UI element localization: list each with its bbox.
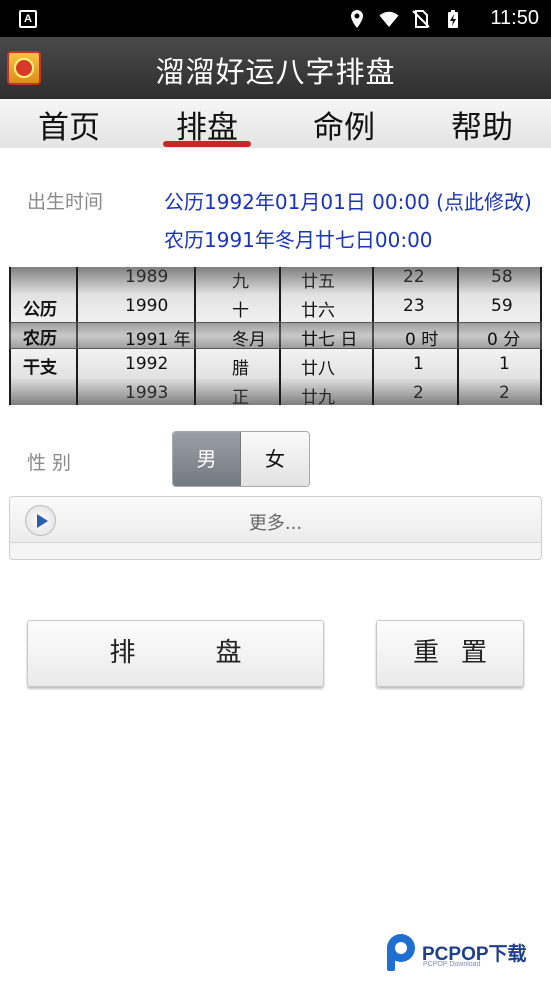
app-bar: 溜溜好运八字排盘 [0, 37, 551, 99]
picker-row-label: 农历 [23, 329, 57, 349]
no-sim-icon [412, 10, 430, 28]
picker-day-item: 廿六 [301, 301, 335, 321]
picker-day-item: 廿九 [301, 388, 335, 405]
picker-hour-item: 23 [403, 296, 425, 316]
picker-day-item: 廿八 [301, 359, 335, 379]
active-tab-indicator [163, 141, 251, 147]
picker-year-item: 1989 [125, 267, 169, 287]
app-title: 溜溜好运八字排盘 [155, 55, 396, 89]
watermark-subtext: PCPOP Download [423, 961, 481, 968]
gender-male-option[interactable]: 男 [173, 432, 241, 486]
picker-day-selected: 廿七 日 [301, 330, 358, 350]
picker-month-item: 腊 [232, 359, 249, 379]
notification-a-icon: A [19, 10, 37, 28]
battery-charging-icon [448, 10, 458, 28]
more-label: 更多... [248, 513, 303, 534]
picker-hour-item: 1 [413, 354, 424, 374]
birth-time-label: 出生时间 [27, 191, 104, 213]
picker-minute-item: 59 [491, 296, 513, 316]
picker-year-item: 1992 [125, 354, 169, 374]
picker-month-selected: 冬月 [232, 330, 266, 350]
pcpop-logo-icon [387, 934, 415, 971]
picker-hour-selected: 0 时 [405, 330, 439, 350]
lunar-date-text: 农历1991年冬月廿七日00:00 [164, 228, 433, 252]
picker-day-item: 廿五 [301, 272, 335, 292]
picker-row-label: 公历 [23, 300, 57, 320]
tab-bar: 首页 排盘 命例 帮助 [0, 99, 551, 148]
picker-year-selected: 1991 年 [125, 330, 191, 350]
gender-label: 性 别 [27, 452, 72, 474]
location-icon [351, 10, 363, 28]
picker-row-label: 干支 [23, 358, 57, 378]
picker-year-item: 1993 [125, 383, 169, 403]
picker-minute-item: 2 [499, 383, 510, 403]
more-options-panel: 更多... [9, 496, 542, 560]
picker-month-item: 九 [232, 272, 249, 292]
tab-cases[interactable]: 命例 [284, 102, 404, 146]
picker-selection-strip [9, 322, 542, 349]
solar-date-link[interactable]: 公历1992年01月01日 00:00 (点此修改) [164, 186, 532, 215]
more-options-toggle[interactable]: 更多... [10, 497, 541, 543]
gender-toggle: 男 女 [172, 431, 310, 487]
wifi-icon [379, 11, 399, 27]
tab-help[interactable]: 帮助 [422, 102, 542, 146]
picker-hour-item: 2 [413, 383, 424, 403]
picker-year-item: 1990 [125, 296, 169, 316]
calculate-button[interactable]: 排盘 [27, 620, 324, 687]
picker-minute-selected: 0 分 [487, 330, 521, 350]
picker-minute-item: 1 [499, 354, 510, 374]
status-time: 11:50 [490, 7, 539, 29]
status-icons [347, 8, 463, 30]
pcpop-watermark: PCPOP下载 PCPOP Download [383, 931, 551, 973]
tab-paipan[interactable]: 排盘 [147, 102, 267, 146]
status-bar: A 11:50 [0, 0, 551, 37]
gender-female-option[interactable]: 女 [241, 432, 309, 486]
reset-button[interactable]: 重置 [376, 620, 524, 687]
picker-month-item: 正 [232, 388, 249, 405]
picker-hour-item: 22 [403, 267, 425, 287]
picker-month-item: 十 [232, 301, 249, 321]
picker-minute-item: 58 [491, 267, 513, 287]
tab-home[interactable]: 首页 [9, 102, 129, 146]
date-picker: 公历 农历 干支 1989 1990 1991 年 1992 1993 九 十 … [9, 267, 542, 405]
